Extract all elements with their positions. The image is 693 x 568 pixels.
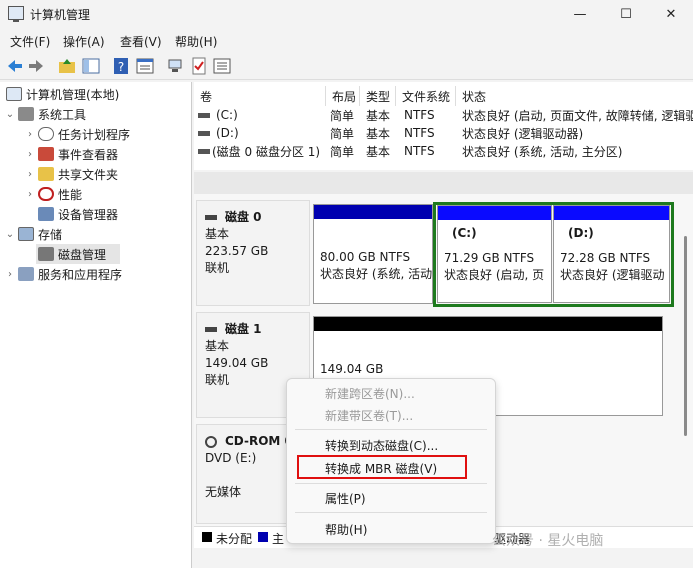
show-hide-tree-icon[interactable] <box>82 57 100 75</box>
table-row[interactable]: (磁盘 0 磁盘分区 1) 简单 基本 NTFS 状态良好 (系统, 活动, 主… <box>198 142 693 160</box>
chevron-right-icon[interactable]: › <box>24 149 36 160</box>
tree-item-event-viewer[interactable]: › 事件查看器 <box>24 144 118 164</box>
menu-separator <box>295 512 487 513</box>
volume-icon <box>198 112 210 118</box>
column-header-status[interactable]: 状态 <box>456 86 693 106</box>
table-row[interactable]: (C:) 简单 基本 NTFS 状态良好 (启动, 页面文件, 故障转储, 逻辑… <box>198 106 693 124</box>
minimize-button[interactable]: — <box>557 0 603 28</box>
column-header-filesystem[interactable]: 文件系统 <box>396 86 456 106</box>
disk-icon <box>38 247 54 261</box>
partition-bar <box>314 317 662 331</box>
menu-separator <box>295 429 487 430</box>
partition-bar <box>438 206 551 220</box>
chevron-down-icon[interactable]: ⌄ <box>4 229 16 240</box>
partition-c[interactable]: (C:) 71.29 GB NTFS 状态良好 (启动, 页 <box>437 205 552 303</box>
menu-item-help[interactable]: 帮助(H) <box>325 521 367 538</box>
tree-item-root[interactable]: 计算机管理(本地) <box>4 84 119 104</box>
maximize-button[interactable]: ☐ <box>603 0 649 28</box>
computer-management-icon <box>6 87 22 101</box>
tree-item-storage[interactable]: ⌄ 存储 <box>4 224 62 244</box>
storage-icon <box>18 227 34 241</box>
chevron-right-icon[interactable]: › <box>24 169 36 180</box>
tools-icon <box>18 107 34 121</box>
services-icon <box>18 267 34 281</box>
column-header-volume[interactable]: 卷 <box>194 86 326 106</box>
navigation-tree: 计算机管理(本地) ⌄ 系统工具 › 任务计划程序 › 事件查看器 › 共享文件… <box>0 82 192 568</box>
svg-text:?: ? <box>118 60 124 74</box>
menu-view[interactable]: 查看(V) <box>120 33 162 50</box>
cdrom-icon <box>205 435 217 448</box>
event-viewer-icon <box>38 147 54 161</box>
up-folder-icon[interactable] <box>58 57 76 75</box>
menu-help[interactable]: 帮助(H) <box>175 33 217 50</box>
menu-bar: 文件(F) 操作(A) 查看(V) 帮助(H) <box>0 28 693 50</box>
watermark: 公众号 · 星火电脑 <box>492 533 604 549</box>
disk-icon <box>205 215 217 220</box>
menu-item-new-spanned-volume: 新建跨区卷(N)... <box>325 387 415 401</box>
chevron-down-icon[interactable]: ⌄ <box>4 109 16 120</box>
shared-folder-icon <box>38 167 54 181</box>
connect-icon[interactable] <box>166 57 184 75</box>
close-button[interactable]: ✕ <box>648 0 693 28</box>
tree-item-shared-folders[interactable]: › 共享文件夹 <box>24 164 118 184</box>
chevron-right-icon[interactable]: › <box>24 129 36 140</box>
partition-bar <box>554 206 669 220</box>
tree-item-disk-management[interactable]: 磁盘管理 <box>36 244 120 264</box>
column-header-layout[interactable]: 布局 <box>326 86 360 106</box>
window-title: 计算机管理 <box>30 8 91 22</box>
tree-item-system-tools[interactable]: ⌄ 系统工具 <box>4 104 86 124</box>
primary-swatch <box>258 532 268 542</box>
menu-action[interactable]: 操作(A) <box>63 33 105 50</box>
pane-splitter[interactable] <box>194 172 693 194</box>
forward-arrow-icon[interactable] <box>27 57 45 75</box>
disk-icon <box>205 327 217 332</box>
help-icon[interactable]: ? <box>112 57 130 75</box>
menu-item-convert-to-dynamic[interactable]: 转换到动态磁盘(C)... <box>325 437 438 454</box>
partition-system[interactable]: 80.00 GB NTFS 状态良好 (系统, 活动 <box>313 204 433 304</box>
column-header-type[interactable]: 类型 <box>360 86 396 106</box>
tree-item-task-scheduler[interactable]: › 任务计划程序 <box>24 124 130 144</box>
table-row[interactable]: (D:) 简单 基本 NTFS 状态良好 (逻辑驱动器) <box>198 124 693 142</box>
menu-item-convert-to-mbr[interactable]: 转换成 MBR 磁盘(V) <box>325 460 437 477</box>
checklist-icon[interactable] <box>190 57 208 75</box>
unallocated-swatch <box>202 532 212 542</box>
partition-bar <box>314 205 432 219</box>
tree-item-performance[interactable]: › 性能 <box>24 184 82 204</box>
context-menu: 新建跨区卷(N)... 新建带区卷(T)... 转换到动态磁盘(C)... 转换… <box>286 378 496 544</box>
chevron-right-icon[interactable]: › <box>4 269 16 280</box>
computer-management-icon <box>8 6 24 22</box>
device-manager-icon <box>38 207 54 221</box>
menu-item-new-striped-volume: 新建带区卷(T)... <box>325 409 414 423</box>
disk-0-label[interactable]: 磁盘 0 基本 223.57 GB 联机 <box>196 200 310 306</box>
clock-icon <box>38 127 54 141</box>
tree-item-services[interactable]: › 服务和应用程序 <box>4 264 122 284</box>
toolbar: ? <box>0 52 693 80</box>
title-bar: 计算机管理 — ☐ ✕ <box>0 0 693 28</box>
menu-file[interactable]: 文件(F) <box>10 33 50 50</box>
volume-icon <box>198 148 210 154</box>
volume-list: 卷 布局 类型 文件系统 状态 (C:) 简单 基本 NTFS 状态良好 (启动… <box>194 82 693 170</box>
scrollbar-thumb[interactable] <box>684 236 687 436</box>
vertical-scrollbar[interactable] <box>683 196 689 526</box>
chevron-right-icon[interactable]: › <box>24 189 36 200</box>
menu-separator <box>295 483 487 484</box>
list-view-icon[interactable] <box>213 57 231 75</box>
performance-icon <box>38 187 54 201</box>
back-arrow-icon[interactable] <box>6 57 24 75</box>
tree-item-device-manager[interactable]: 设备管理器 <box>36 204 118 224</box>
properties-window-icon[interactable] <box>136 57 154 75</box>
partition-d[interactable]: (D:) 72.28 GB NTFS 状态良好 (逻辑驱动 <box>553 205 670 303</box>
volume-icon <box>198 130 210 136</box>
menu-item-properties[interactable]: 属性(P) <box>325 490 366 507</box>
